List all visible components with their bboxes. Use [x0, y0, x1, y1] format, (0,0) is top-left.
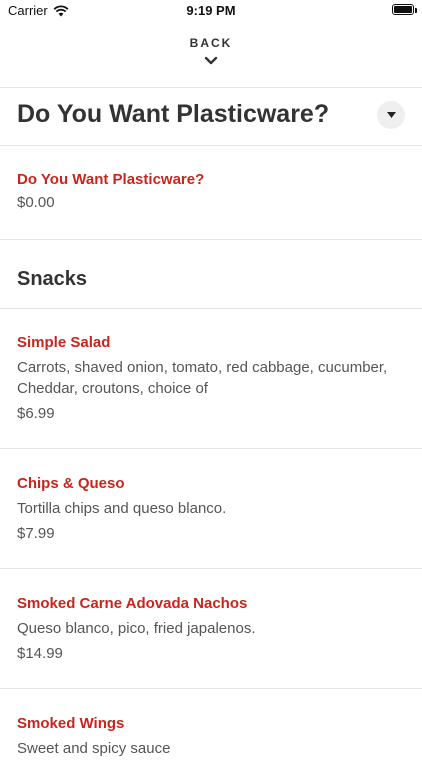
snacks-header: Snacks — [17, 268, 405, 291]
divider — [0, 239, 422, 240]
back-button[interactable]: BACK — [0, 36, 422, 80]
status-bar: Carrier 9:19 PM — [0, 0, 422, 22]
menu-item-nachos[interactable]: Smoked Carne Adovada Nachos Queso blanco… — [17, 595, 405, 662]
clock: 9:19 PM — [186, 3, 236, 18]
menu-item-smoked-wings[interactable]: Smoked Wings Sweet and spicy sauce — [17, 715, 405, 765]
menu-item-chips-queso[interactable]: Chips & Queso Tortilla chips and queso b… — [17, 475, 405, 542]
item-name: Smoked Wings — [17, 715, 125, 732]
divider — [0, 87, 422, 88]
item-description: Queso blanco, pico, fried japalenos. — [17, 620, 256, 637]
menu-item-simple-salad[interactable]: Simple Salad Carrots, shaved onion, toma… — [17, 334, 405, 422]
item-name: Simple Salad — [17, 334, 111, 351]
plasticware-header: Do You Want Plasticware? — [17, 100, 405, 129]
divider — [0, 568, 422, 569]
item-description: Sweet and spicy sauce — [17, 740, 171, 757]
item-name: Smoked Carne Adovada Nachos — [17, 595, 248, 612]
item-name: Do You Want Plasticware? — [17, 171, 205, 188]
section-title-plasticware: Do You Want Plasticware? — [17, 100, 330, 128]
divider — [0, 688, 422, 689]
section-title-snacks: Snacks — [17, 268, 88, 290]
item-price: $0.00 — [17, 194, 55, 211]
category-dropdown-button[interactable] — [377, 100, 405, 129]
back-label: BACK — [189, 36, 233, 50]
item-price: $14.99 — [17, 645, 63, 662]
chevron-down-icon — [0, 52, 422, 70]
menu-item-plasticware[interactable]: Do You Want Plasticware? $0.00 — [17, 171, 405, 211]
item-name: Chips & Queso — [17, 475, 125, 492]
divider — [0, 308, 422, 309]
divider — [0, 145, 422, 146]
item-price: $7.99 — [17, 525, 55, 542]
item-description: Carrots, shaved onion, tomato, red cabba… — [17, 359, 388, 397]
battery-icon — [392, 4, 414, 15]
item-price: $6.99 — [17, 405, 55, 422]
triangle-down-icon — [386, 111, 396, 118]
divider — [0, 448, 422, 449]
item-description: Tortilla chips and queso blanco. — [17, 500, 227, 517]
battery-tip — [415, 8, 417, 13]
